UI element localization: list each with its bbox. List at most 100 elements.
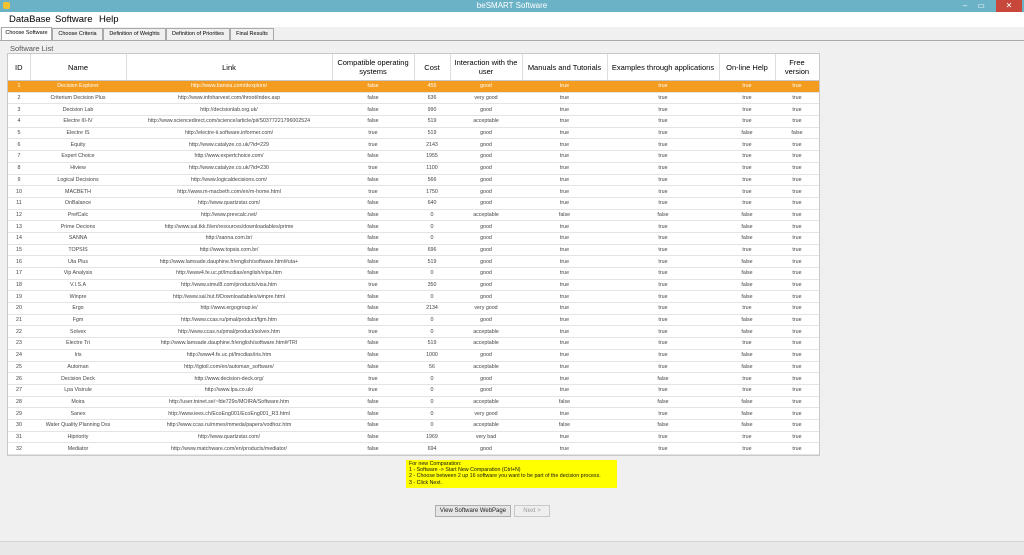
- cell-os: false: [332, 396, 414, 409]
- cell-manuals: true: [522, 279, 607, 292]
- cell-interaction: good: [450, 244, 522, 257]
- cell-interaction: good: [450, 232, 522, 245]
- cell-interaction: good: [450, 197, 522, 210]
- table-row[interactable]: 15 TOPSIS http://www.topsis.com.br/false 69…: [8, 244, 819, 257]
- cell-free-version: true: [775, 80, 819, 93]
- cell-manuals: true: [522, 185, 607, 198]
- view-software-webpage-button[interactable]: View Software WebPage: [435, 505, 511, 517]
- table-row[interactable]: 28 Moira http://user.tninet.se/~fde729o/MO…: [8, 396, 819, 409]
- cell-link: http://www.banxia.com/dexplore/: [126, 80, 332, 93]
- table-row[interactable]: 17 Vip Analysis http://www4.fe.uc.pt/lmcdi…: [8, 267, 819, 280]
- menu-help[interactable]: Help: [99, 14, 119, 25]
- cell-link: http://www.prevcalc.net/: [126, 209, 332, 222]
- minimize-button[interactable]: –: [958, 0, 972, 12]
- cell-interaction: good: [450, 80, 522, 93]
- table-row[interactable]: 29 Sanex http://www.iees.ch/EcoEng001/EcoE…: [8, 407, 819, 420]
- table-row[interactable]: 16 Uta Plus http://www.lamsade.dauphine.fr…: [8, 255, 819, 268]
- cell-link: http://decisionlab.org.uk/: [126, 103, 332, 117]
- column-header-manuals[interactable]: Manuals and Tutorials: [522, 54, 608, 81]
- column-header-cost[interactable]: Cost: [414, 54, 451, 81]
- cell-os: true: [332, 279, 414, 292]
- table-row[interactable]: 11 OnBalance http://www.quartzstar.com/fal…: [8, 197, 819, 210]
- table-row[interactable]: 6 Equity http://www.catalyze.co.uk/?id=229…: [8, 138, 819, 152]
- tab-definition-of-priorities[interactable]: Definition of Priorities: [166, 28, 230, 40]
- table-row[interactable]: 21 Fgm http://www.ccas.ru/pmal/product/fgm…: [8, 314, 819, 327]
- table-row[interactable]: 32 Mediator http://www.matchware.com/en/pr…: [8, 442, 819, 455]
- cell-online-help: false: [719, 127, 775, 140]
- maximize-button[interactable]: ▭: [974, 0, 988, 12]
- table-row[interactable]: 31 Hipriority http://www.quartzstar.com/fa…: [8, 431, 819, 444]
- cell-manuals: true: [522, 162, 607, 175]
- cell-interaction: acceptable: [450, 337, 522, 350]
- cell-examples: false: [607, 372, 719, 385]
- table-row[interactable]: 30 Water Quality Planning Dss http://www.c…: [8, 419, 819, 432]
- column-header-id[interactable]: ID: [8, 54, 31, 81]
- cell-os: false: [332, 232, 414, 245]
- cell-online-help: false: [719, 279, 775, 292]
- cell-id: 22: [8, 325, 30, 339]
- cell-cost: 0: [414, 407, 450, 420]
- cell-examples: true: [607, 349, 719, 362]
- table-row[interactable]: 22 Solvex http://www.ccas.ru/pmal/product/…: [8, 325, 819, 339]
- cell-name: Iris: [30, 349, 126, 362]
- table-row[interactable]: 10 MACBETH http://www.m-macbeth.com/en/m-h…: [8, 185, 819, 198]
- menu-database[interactable]: DataBase: [9, 14, 51, 25]
- table-row[interactable]: 4 Electre III-IV http://www.sciencedirect.…: [8, 115, 819, 128]
- table-row[interactable]: 8 Hiview http://www.catalyze.co.uk/?id=230…: [8, 162, 819, 175]
- table-row[interactable]: 23 Electre Tri http://www.lamsade.dauphine…: [8, 337, 819, 350]
- cell-name: TOPSIS: [30, 244, 126, 257]
- table-row[interactable]: 5 Electre IS http://electre-ii.software.in…: [8, 127, 819, 140]
- table-row[interactable]: 2 Criterium Decision Plus http://www.infoh…: [8, 92, 819, 105]
- column-header-interaction[interactable]: Interaction with the user: [450, 54, 523, 81]
- table-row[interactable]: 25 Automan http://tgtoil.com/en/automan_so…: [8, 361, 819, 374]
- column-header-free-version[interactable]: Free version: [775, 54, 819, 81]
- cell-id: 16: [8, 255, 30, 268]
- cell-name: Decision Explorer: [30, 80, 126, 93]
- column-header-online-help[interactable]: On-line Help: [719, 54, 776, 81]
- cell-link: http://www.sal.tkk.fi/en/resources/downl…: [126, 220, 332, 233]
- cell-examples: true: [607, 314, 719, 327]
- column-header-os[interactable]: Compatible operating systems: [332, 54, 415, 81]
- cell-examples: true: [607, 290, 719, 304]
- table-row[interactable]: 13 Prime Decions http://www.sal.tkk.fi/en/…: [8, 220, 819, 233]
- cell-link: http://www.expertchoice.com/: [126, 150, 332, 163]
- cell-interaction: very bad: [450, 431, 522, 444]
- cell-manuals: true: [522, 361, 607, 374]
- table-row[interactable]: 27 Lpa Visirule http://www.lpa.co.uk/true 0…: [8, 384, 819, 397]
- cell-examples: true: [607, 127, 719, 140]
- cell-id: 20: [8, 302, 30, 315]
- tab-choose-software[interactable]: Choose Software: [1, 27, 52, 40]
- table-row[interactable]: 1 Decision Explorer http://www.banxia.com/…: [8, 80, 819, 93]
- close-button[interactable]: ✕: [996, 0, 1022, 12]
- tab-choose-criteria[interactable]: Choose Criteria: [52, 28, 103, 40]
- tab-definition-of-weights[interactable]: Definition of Weights: [103, 28, 166, 40]
- table-row[interactable]: 26 Decision Deck http://www.decision-deck.…: [8, 372, 819, 385]
- column-header-name[interactable]: Name: [30, 54, 127, 81]
- cell-cost: 455: [414, 80, 450, 93]
- table-row[interactable]: 24 Iris http://www4.fe.uc.pt/lmcdias/iris.…: [8, 349, 819, 362]
- column-header-examples[interactable]: Examples through applications: [607, 54, 720, 81]
- table-row[interactable]: 18 V.I.S.A http://www.simul8.com/products/…: [8, 279, 819, 292]
- cell-online-help: true: [719, 80, 775, 93]
- cell-id: 27: [8, 384, 30, 397]
- cell-id: 10: [8, 185, 30, 198]
- table-row[interactable]: 14 SANNA http://sanna.com.br/false 0 good tru…: [8, 232, 819, 245]
- table-row[interactable]: 7 Expert Choice http://www.expertchoice.co…: [8, 150, 819, 163]
- column-header-link[interactable]: Link: [126, 54, 333, 81]
- tab-final-results[interactable]: Final Results: [230, 28, 274, 40]
- cell-online-help: false: [719, 220, 775, 233]
- next-button[interactable]: Next >: [514, 505, 550, 517]
- cell-examples: true: [607, 407, 719, 420]
- cell-online-help: true: [719, 442, 775, 455]
- cell-interaction: good: [450, 267, 522, 280]
- cell-cost: 1969: [414, 431, 450, 444]
- cell-link: http://electre-ii.software.informer.com/: [126, 127, 332, 140]
- table-row[interactable]: 3 Decision Lab http://decisionlab.org.uk/f…: [8, 103, 819, 117]
- table-row[interactable]: 19 Winpre http://www.sal.hut.fi/Downloadab…: [8, 290, 819, 304]
- cell-os: true: [332, 127, 414, 140]
- table-row[interactable]: 12 PrefCalc http://www.prevcalc.net/false 0…: [8, 209, 819, 222]
- table-row[interactable]: 9 Logical Decisions http://www.logicaldeci…: [8, 174, 819, 187]
- table-row[interactable]: 20 Ergo http://www.ergogroup.ie/false 2134 v…: [8, 302, 819, 315]
- menu-software[interactable]: Software: [55, 14, 93, 25]
- cell-online-help: true: [719, 92, 775, 105]
